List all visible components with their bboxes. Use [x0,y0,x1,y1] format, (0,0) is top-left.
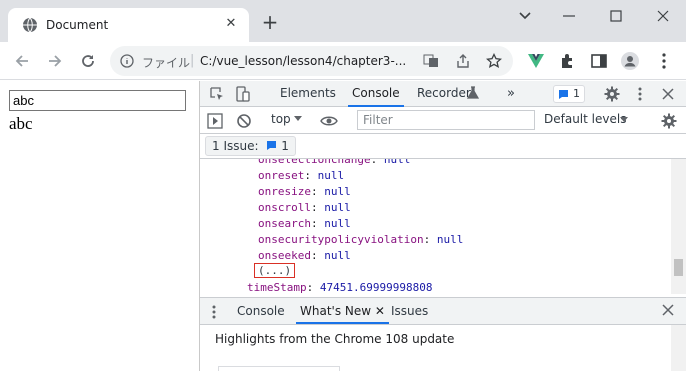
issues-bar: 1 Issue: 1 [200,134,686,159]
browser-tab[interactable]: Document ✕ [8,8,249,42]
context-selector[interactable]: top [271,112,291,126]
tab-search-icon[interactable] [512,4,538,28]
page-viewport: abc [0,81,199,371]
drawer-tab-issues[interactable]: Issues [391,298,428,324]
url-text[interactable]: C:/vue_lesson/lesson4/chapter3-... [200,54,406,68]
console-line-cut: onselectionchange: null [258,159,411,166]
drawer-tab-whats-new[interactable]: What's New ✕ [296,298,389,324]
text-input[interactable] [9,90,186,111]
maximize-icon[interactable] [603,4,629,28]
tab-console[interactable]: Console [348,81,404,107]
issues-label: 1 Issue: [212,139,259,153]
browser-window: Document ✕ + ファイル | C:/vue_lesson/lesson… [0,0,686,371]
menu-kebab-icon[interactable] [654,51,674,71]
globe-icon [23,17,37,33]
url-separator: | [190,53,195,68]
device-toolbar-icon[interactable] [234,85,252,103]
vue-devtools-icon[interactable] [526,51,546,71]
console-toolbar: top Filter Default levels [200,107,686,134]
close-drawer-icon[interactable] [661,303,675,317]
levels-caret-icon [620,117,628,122]
whats-new-card [218,366,340,371]
drawer-menu-icon[interactable] [208,303,220,321]
new-tab-button[interactable]: + [260,12,280,32]
scrollbar-thumb[interactable] [674,259,683,276]
console-settings-icon[interactable] [660,112,678,130]
tab-recorder[interactable]: Recorder [417,81,471,107]
devtools-panel: Elements Console Recorder » 1 top Filter… [200,81,686,371]
window-close-icon[interactable] [650,4,676,28]
message-icon [559,90,568,99]
reload-icon[interactable] [78,51,98,71]
issues-button[interactable]: 1 Issue: 1 [205,136,296,156]
issues-counter-value: 1 [573,87,580,100]
devtools-menu-icon[interactable] [631,85,649,103]
browser-toolbar: ファイル | C:/vue_lesson/lesson4/chapter3-..… [0,42,686,80]
side-panel-icon[interactable] [589,51,609,71]
close-devtools-icon[interactable] [659,85,677,103]
issue-message-icon [267,141,277,150]
console-line[interactable]: onseeked: null [258,249,351,262]
translate-icon[interactable] [423,53,439,69]
clear-console-icon[interactable] [235,112,253,130]
forward-icon[interactable] [45,51,65,71]
address-bar[interactable]: ファイル | C:/vue_lesson/lesson4/chapter3-..… [110,46,513,76]
settings-gear-icon[interactable] [603,85,621,103]
drawer-scrollbar[interactable] [671,325,686,371]
back-icon[interactable] [12,51,32,71]
issues-count: 1 [281,139,289,153]
profile-avatar-icon[interactable] [620,51,640,71]
info-icon[interactable] [120,54,134,68]
close-icon[interactable]: ✕ [223,16,239,32]
tab-strip: Document ✕ + [0,0,686,42]
inspect-element-icon[interactable] [208,85,226,103]
whats-new-headline: Highlights from the Chrome 108 update [215,332,455,346]
console-line-timestamp[interactable]: timeStamp: 47451.69999998808 [247,281,432,294]
log-levels-dropdown[interactable]: Default levels [544,112,626,126]
dropdown-caret-icon [294,116,302,121]
minimize-icon[interactable] [556,4,582,28]
expand-ellipsis[interactable]: (...) [254,263,296,278]
console-line[interactable]: onsearch: null [258,217,351,230]
drawer-tab-bar: Console What's New ✕ Issues [200,297,686,325]
show-sidebar-icon[interactable] [206,112,224,130]
console-line[interactable]: onreset: null [258,169,344,182]
more-tabs-button[interactable]: » [507,81,515,107]
console-line[interactable]: onscroll: null [258,201,351,214]
drawer-tab-console[interactable]: Console [237,298,285,324]
bound-text-output: abc [9,114,33,133]
extensions-icon[interactable] [558,51,578,71]
console-line[interactable]: onsecuritypolicyviolation: null [258,233,463,246]
url-scheme: ファイル [142,56,191,70]
share-icon[interactable] [455,53,471,69]
close-icon[interactable]: ✕ [375,304,385,318]
tab-elements[interactable]: Elements [280,81,336,107]
tab-title: Document [46,18,109,32]
console-output: onselectionchange: null onreset: null on… [200,159,671,294]
devtools-tab-bar: Elements Console Recorder » 1 [200,81,686,107]
console-scrollbar[interactable] [671,159,686,294]
issues-counter-button[interactable]: 1 [553,85,585,103]
live-expression-eye-icon[interactable] [320,112,338,130]
ellipsis-highlight[interactable]: (...) [254,263,296,278]
flask-icon [467,86,479,99]
console-line[interactable]: onresize: null [258,185,351,198]
bookmark-star-icon[interactable] [486,53,502,69]
whats-new-panel: Highlights from the Chrome 108 update [200,325,686,371]
console-filter-input[interactable]: Filter [357,110,535,130]
